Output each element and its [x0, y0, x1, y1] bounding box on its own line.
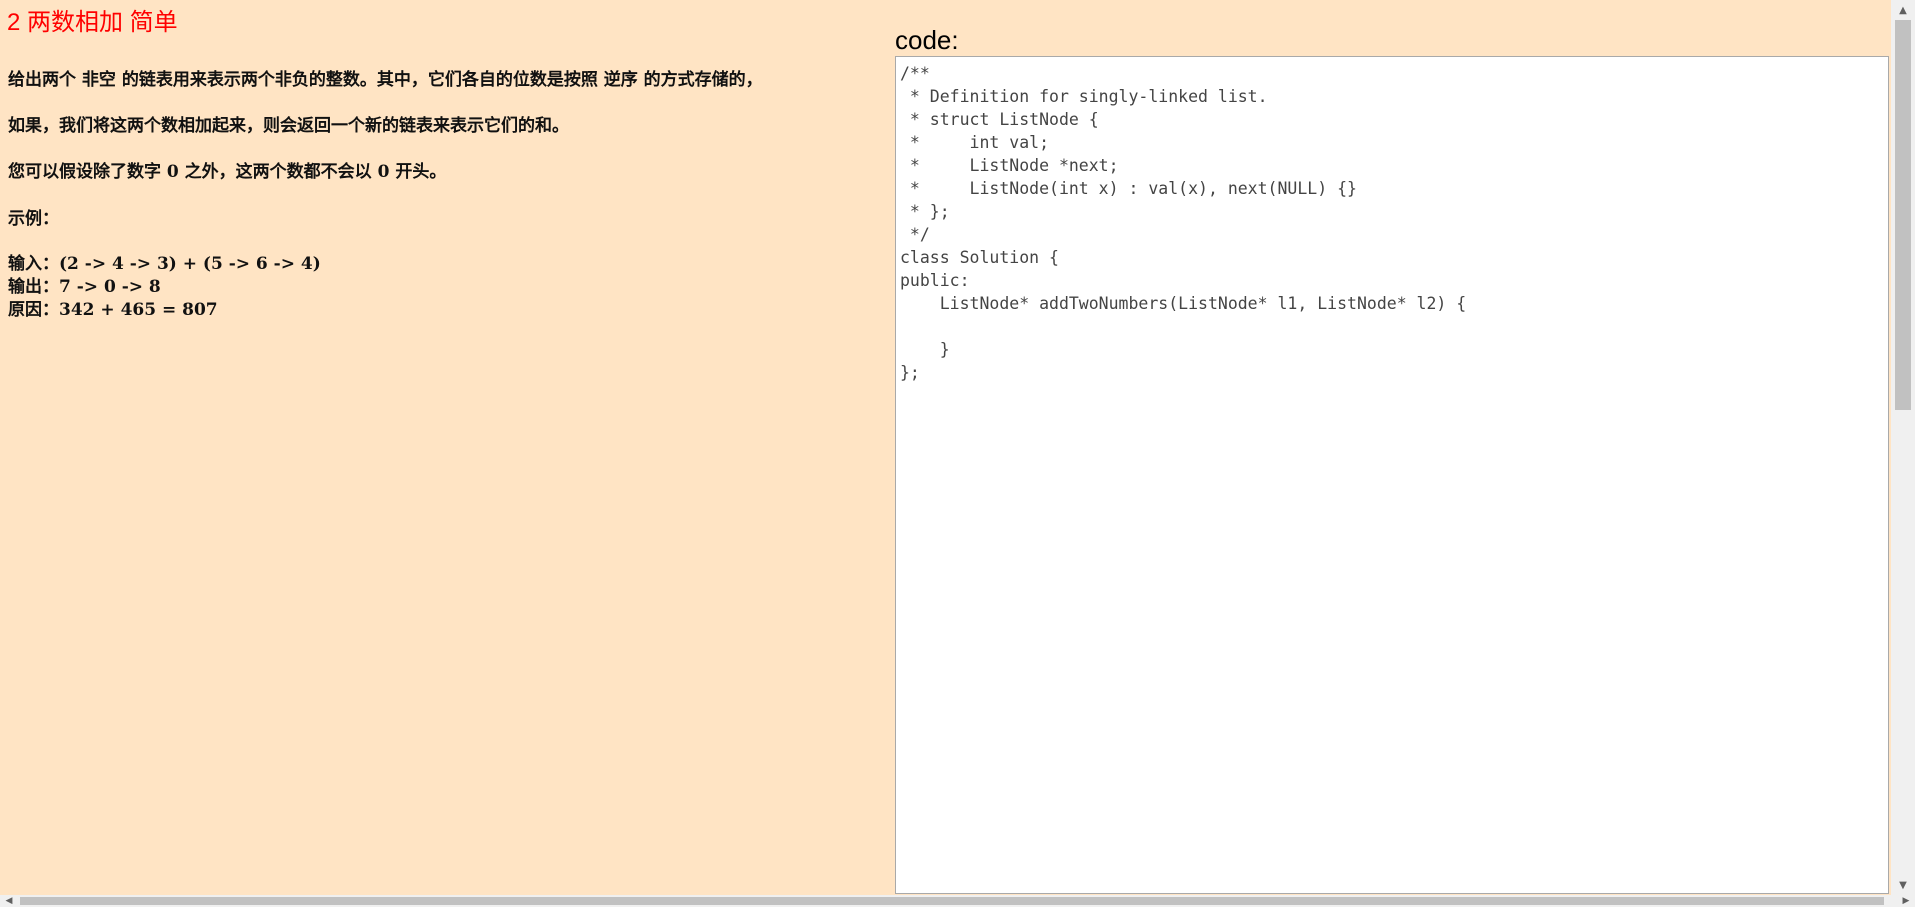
- problem-return-description: 如果，我们将这两个数相加起来，则会返回一个新的链表来表示它们的和。: [8, 116, 569, 136]
- problem-title: 2 两数相加 简单: [7, 9, 178, 36]
- problem-assumption: 您可以假设除了数字 0 之外，这两个数都不会以 0 开头。: [8, 162, 447, 182]
- code-editor[interactable]: /** * Definition for singly-linked list.…: [895, 56, 1889, 894]
- example-explanation: 原因：342 + 465 = 807: [8, 300, 218, 320]
- example-block: 输入：(2 -> 4 -> 3) + (5 -> 6 -> 4) 输出：7 ->…: [8, 253, 321, 322]
- horizontal-scrollbar[interactable]: ◀ ▶: [0, 895, 1915, 907]
- example-input: 输入：(2 -> 4 -> 3) + (5 -> 6 -> 4): [8, 254, 321, 274]
- example-heading: 示例：: [8, 209, 59, 229]
- scroll-up-arrow-icon[interactable]: ▲: [1891, 0, 1915, 20]
- scroll-down-arrow-icon[interactable]: ▼: [1891, 875, 1915, 895]
- scroll-right-arrow-icon[interactable]: ▶: [1897, 895, 1915, 907]
- scroll-left-arrow-icon[interactable]: ◀: [0, 895, 18, 907]
- code-label: code:: [895, 25, 959, 55]
- vertical-scrollbar[interactable]: ▲ ▼: [1891, 0, 1915, 895]
- vertical-scroll-thumb[interactable]: [1895, 20, 1911, 410]
- example-output: 输出：7 -> 0 -> 8: [8, 277, 161, 297]
- problem-description: 给出两个 非空 的链表用来表示两个非负的整数。其中，它们各自的位数是按照 逆序 …: [8, 70, 763, 90]
- horizontal-scroll-thumb[interactable]: [20, 897, 1884, 905]
- problem-panel: 2 两数相加 简单 给出两个 非空 的链表用来表示两个非负的整数。其中，它们各自…: [0, 0, 893, 895]
